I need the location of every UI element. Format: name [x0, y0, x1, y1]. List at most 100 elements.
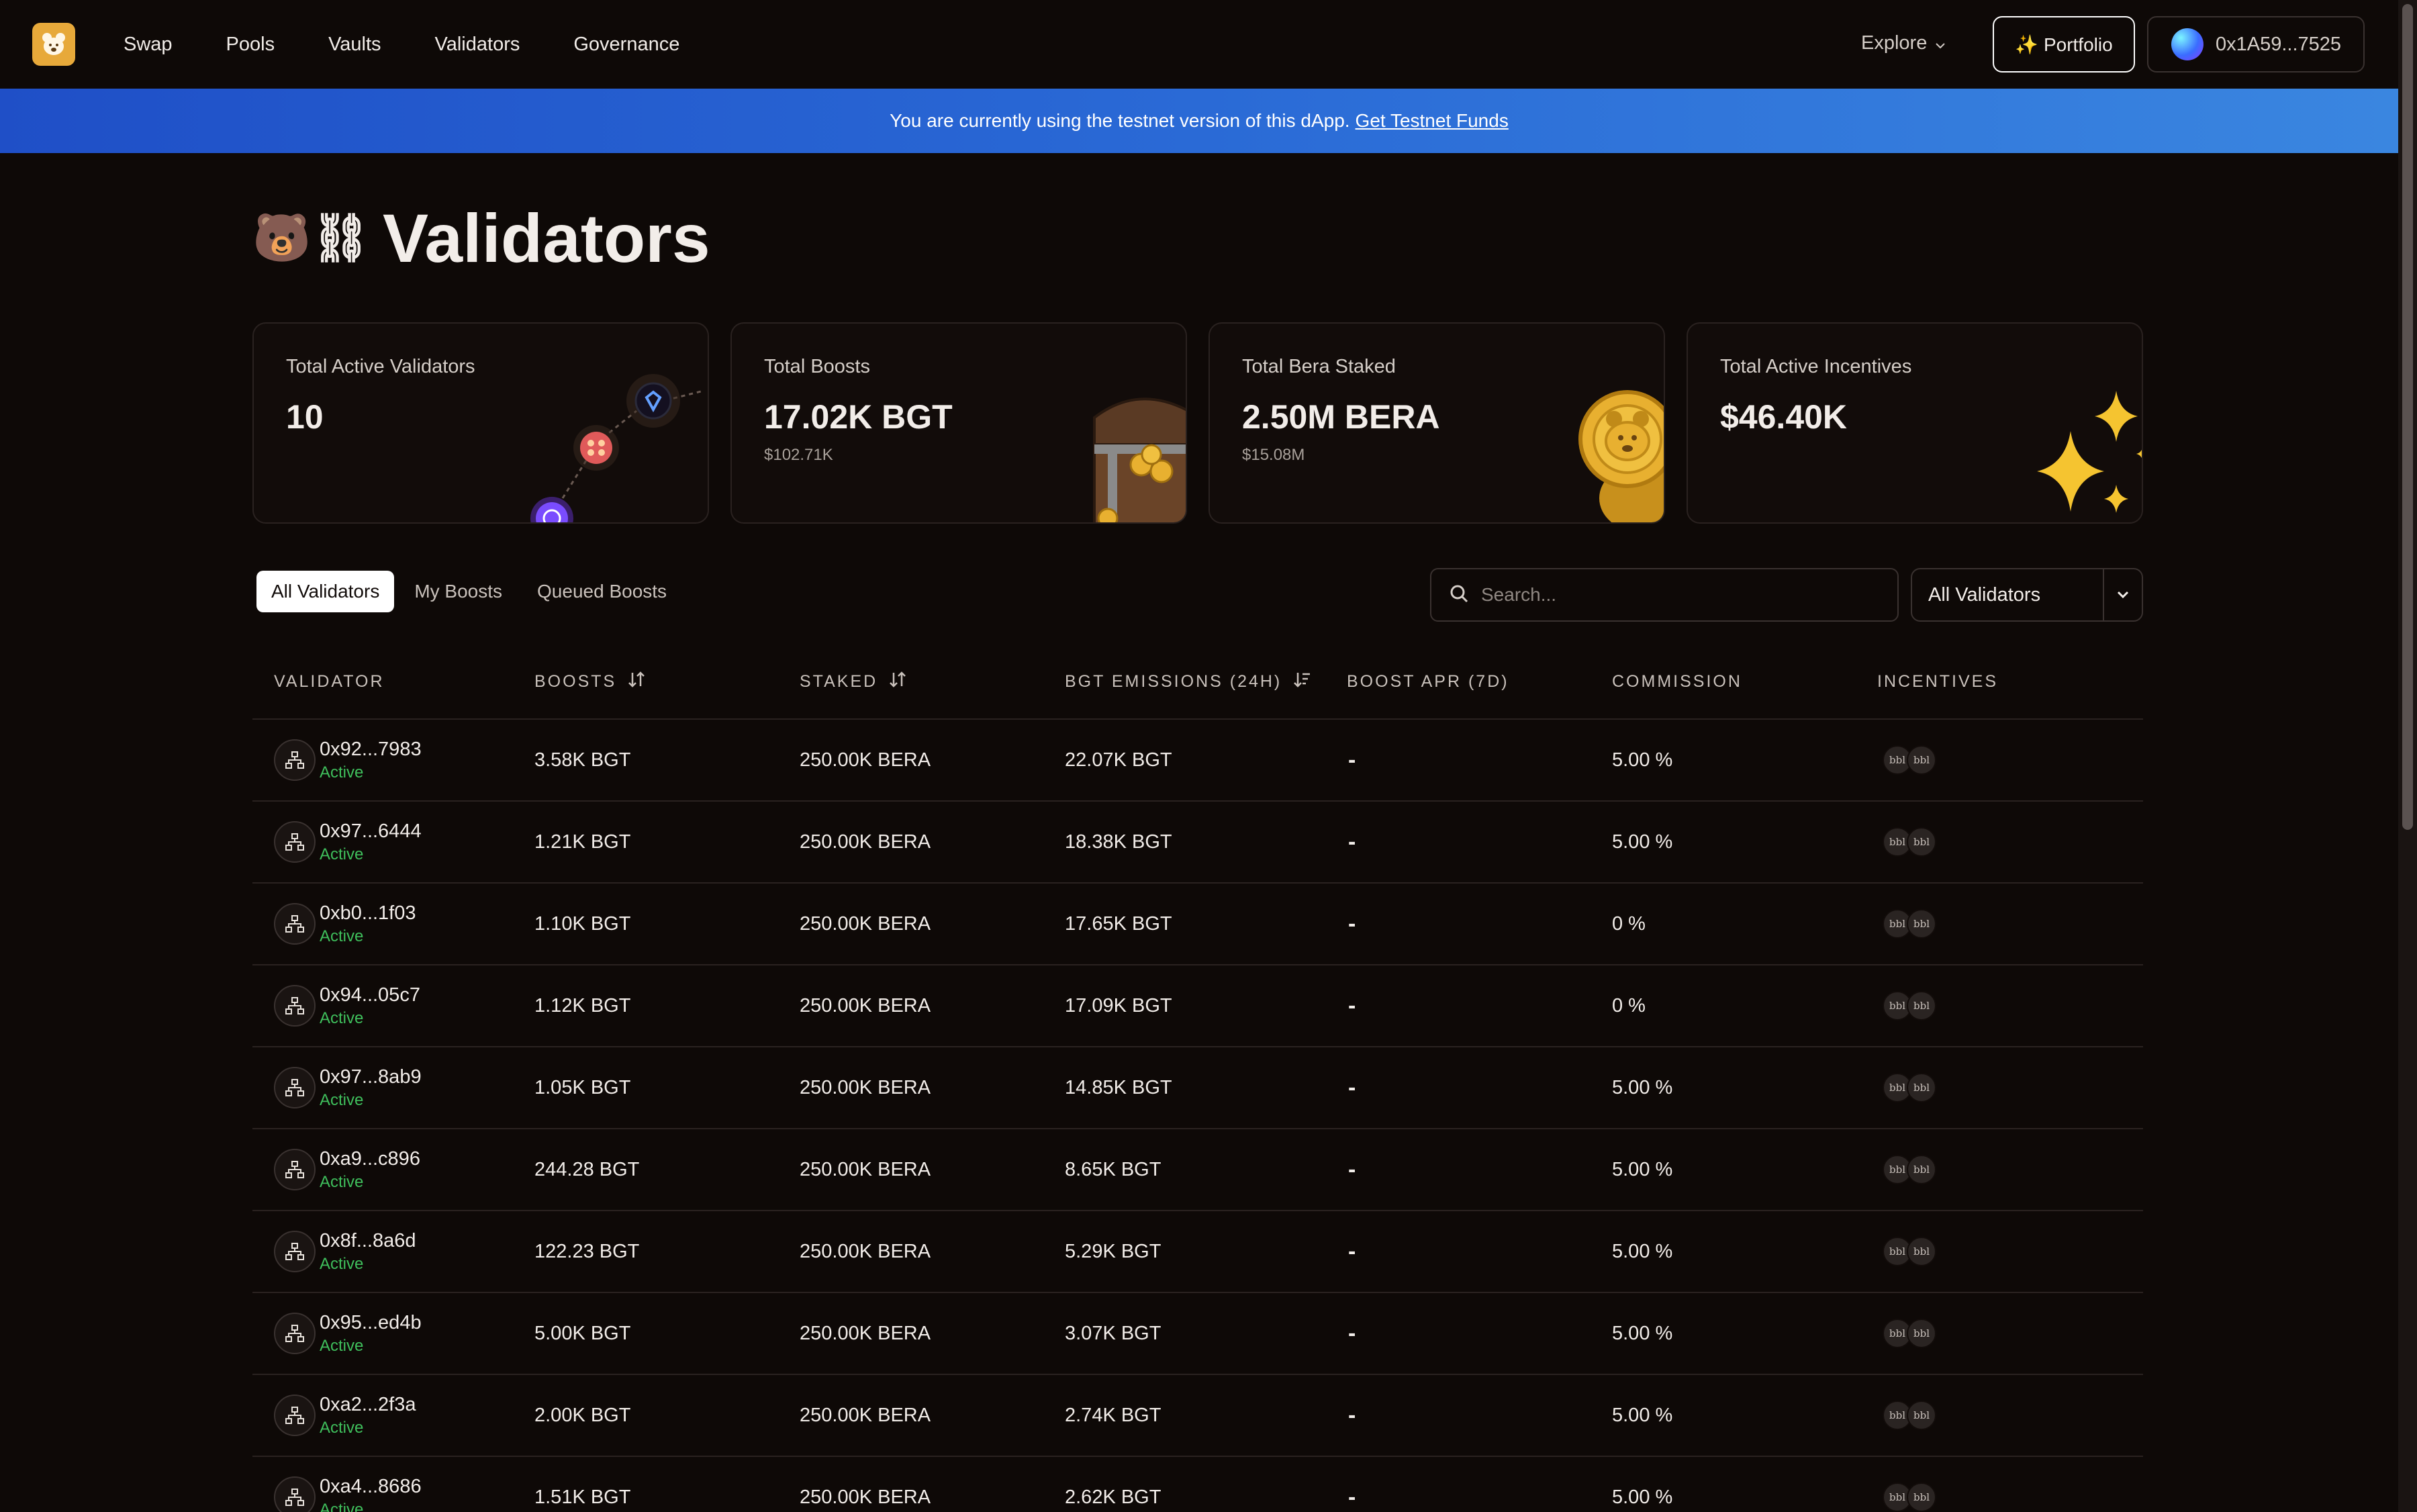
search-input[interactable] [1481, 584, 1884, 606]
validator-address[interactable]: 0xb0...1f03 [320, 902, 416, 925]
incentives-cell: bbl bbl [1877, 909, 2143, 939]
emissions-value: 2.62K BGT [1065, 1486, 1162, 1508]
validator-info: 0xa2...2f3a Active [320, 1394, 416, 1437]
stat-label: Total Boosts [764, 356, 870, 377]
get-testnet-funds-link[interactable]: Get Testnet Funds [1356, 110, 1509, 132]
incentive-token-icon[interactable]: bbl [1907, 1237, 1936, 1266]
incentive-token-icon[interactable]: bbl [1907, 1482, 1936, 1512]
validator-cell: 0xa9...c896 Active [252, 1148, 534, 1192]
tab-all-validators[interactable]: All Validators [256, 571, 395, 612]
emissions-value: 14.85K BGT [1065, 1076, 1172, 1098]
stat-sub-value: $102.71K [764, 446, 833, 464]
stat-label: Total Active Incentives [1720, 356, 1912, 377]
boosts-value: 2.00K BGT [534, 1404, 631, 1426]
incentive-tokens: bbl bbl [1877, 991, 1936, 1021]
boost-apr-value: - [1348, 992, 1356, 1019]
staked-value: 250.00K BERA [800, 749, 931, 771]
table-row[interactable]: 0x8f...8a6d Active 122.23 BGT 250.00K BE… [252, 1211, 2143, 1293]
table-row[interactable]: 0xa9...c896 Active 244.28 BGT 250.00K BE… [252, 1129, 2143, 1211]
page-scrollbar[interactable] [2398, 0, 2417, 1512]
commission-value: 0 % [1612, 912, 1646, 935]
incentive-tokens: bbl bbl [1877, 1401, 1936, 1430]
tab-queued-boosts[interactable]: Queued Boosts [522, 571, 681, 612]
table-row[interactable]: 0x97...6444 Active 1.21K BGT 250.00K BER… [252, 802, 2143, 884]
staked-value: 250.00K BERA [800, 1486, 931, 1508]
incentive-tokens: bbl bbl [1877, 909, 1936, 939]
tab-my-boosts[interactable]: My Boosts [399, 571, 517, 612]
incentive-token-icon[interactable]: bbl [1907, 1073, 1936, 1102]
incentive-token-icon[interactable]: bbl [1907, 909, 1936, 939]
validator-address[interactable]: 0x97...8ab9 [320, 1066, 422, 1088]
chevron-down-icon[interactable] [2103, 569, 2142, 620]
boosts-value: 1.21K BGT [534, 831, 631, 853]
validator-address[interactable]: 0x8f...8a6d [320, 1230, 416, 1252]
incentive-token-icon[interactable]: bbl [1907, 1401, 1936, 1430]
incentive-token-icon[interactable]: bbl [1907, 1155, 1936, 1184]
column-label: Boosts [534, 671, 617, 691]
nav-pools[interactable]: Pools [226, 34, 275, 56]
table-row[interactable]: 0x97...8ab9 Active 1.05K BGT 250.00K BER… [252, 1047, 2143, 1129]
stat-label: Total Active Validators [286, 356, 475, 377]
incentive-tokens: bbl bbl [1877, 1073, 1936, 1102]
incentive-tokens: bbl bbl [1877, 1237, 1936, 1266]
validator-node-icon [274, 985, 316, 1027]
boost-apr-value: - [1348, 1320, 1356, 1346]
nav-vaults[interactable]: Vaults [328, 34, 381, 56]
portfolio-button[interactable]: ✨ Portfolio [1993, 16, 2135, 73]
validator-address[interactable]: 0xa9...c896 [320, 1148, 420, 1170]
validator-address[interactable]: 0xa4...8686 [320, 1476, 422, 1498]
emissions-value: 17.09K BGT [1065, 994, 1172, 1017]
column-label: Incentives [1877, 671, 1999, 691]
wallet-button[interactable]: 0x1A59...7525 [2147, 16, 2365, 73]
table-row[interactable]: 0x95...ed4b Active 5.00K BGT 250.00K BER… [252, 1293, 2143, 1375]
incentives-cell: bbl bbl [1877, 1482, 2143, 1512]
incentive-tokens: bbl bbl [1877, 1482, 1936, 1512]
table-row[interactable]: 0x94...05c7 Active 1.12K BGT 250.00K BER… [252, 965, 2143, 1047]
validator-address[interactable]: 0x94...05c7 [320, 984, 420, 1006]
nav-governance[interactable]: Governance [573, 34, 679, 56]
incentives-cell: bbl bbl [1877, 1237, 2143, 1266]
validator-node-icon [274, 739, 316, 781]
column-label: BGT Emissions (24H) [1065, 671, 1282, 691]
table-row[interactable]: 0x92...7983 Active 3.58K BGT 250.00K BER… [252, 720, 2143, 802]
nav-swap[interactable]: Swap [124, 34, 173, 56]
scrollbar-thumb[interactable] [2402, 4, 2413, 830]
validator-address[interactable]: 0x97...6444 [320, 820, 422, 843]
nav-validators[interactable]: Validators [435, 34, 520, 56]
validator-status: Active [320, 763, 364, 782]
validator-cell: 0x92...7983 Active [252, 739, 534, 782]
sort-icon[interactable] [627, 670, 646, 694]
stat-card-total-active-incentives: Total Active Incentives $46.40K [1687, 322, 2143, 524]
incentive-token-icon[interactable]: bbl [1907, 745, 1936, 775]
validator-info: 0x95...ed4b Active [320, 1312, 422, 1356]
validator-status: Active [320, 1418, 364, 1437]
sort-icon[interactable] [888, 670, 907, 694]
validator-cell: 0xa4...8686 Active [252, 1476, 534, 1512]
boost-apr-value: - [1348, 1074, 1356, 1100]
validator-address[interactable]: 0xa2...2f3a [320, 1394, 416, 1416]
column-label: Boost APR (7D) [1347, 671, 1509, 691]
validator-status: Active [320, 1336, 364, 1355]
validator-node-icon [274, 1067, 316, 1108]
explore-menu[interactable]: Explore [1861, 32, 1946, 54]
table-row[interactable]: 0xa4...8686 Active 1.51K BGT 250.00K BER… [252, 1457, 2143, 1512]
table-row[interactable]: 0xa2...2f3a Active 2.00K BGT 250.00K BER… [252, 1375, 2143, 1457]
validator-cell: 0x8f...8a6d Active [252, 1230, 534, 1274]
sort-descending-icon[interactable] [1292, 670, 1311, 694]
berachain-logo-icon[interactable] [32, 23, 75, 66]
validator-status: Active [320, 1500, 364, 1512]
column-boosts[interactable]: Boosts [534, 670, 800, 694]
column-staked[interactable]: Staked [800, 670, 1065, 694]
column-label: Validator [274, 671, 385, 691]
incentive-token-icon[interactable]: bbl [1907, 1319, 1936, 1348]
search-box[interactable] [1430, 568, 1899, 622]
incentive-token-icon[interactable]: bbl [1907, 827, 1936, 857]
incentive-token-icon[interactable]: bbl [1907, 991, 1936, 1021]
bera-coin-icon [1578, 390, 1664, 522]
validator-filter-select[interactable]: All Validators [1911, 568, 2143, 622]
validator-address[interactable]: 0x92...7983 [320, 739, 422, 761]
column-bgt-emissions[interactable]: BGT Emissions (24H) [1065, 670, 1347, 694]
boosts-value: 1.12K BGT [534, 994, 631, 1017]
table-row[interactable]: 0xb0...1f03 Active 1.10K BGT 250.00K BER… [252, 884, 2143, 965]
validator-address[interactable]: 0x95...ed4b [320, 1312, 422, 1334]
